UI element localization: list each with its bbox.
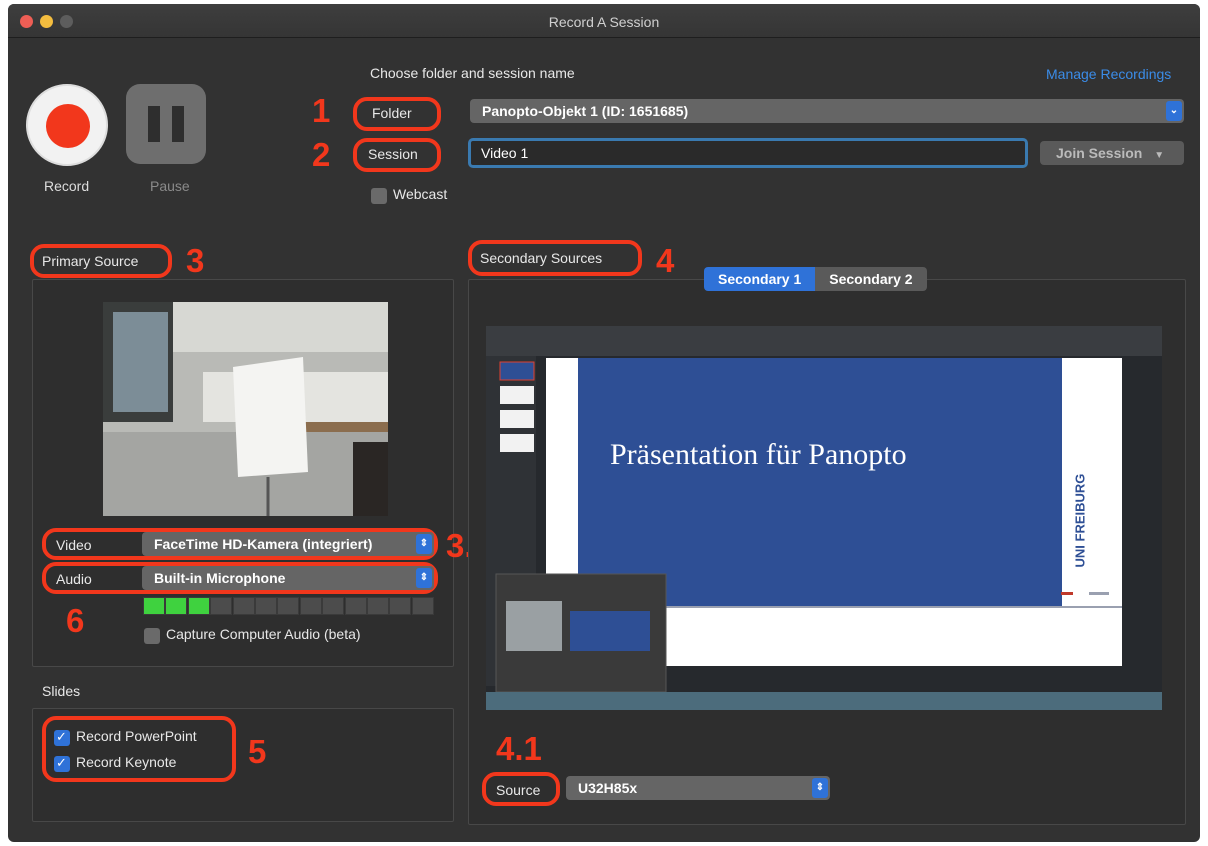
capture-computer-audio-label: Capture Computer Audio (beta)	[166, 626, 361, 642]
annotation-number: 1	[312, 92, 331, 129]
annotation-number: 4	[656, 242, 675, 279]
annotation-number: 4.1	[496, 730, 542, 767]
slide-title: Präsentation für Panopto	[610, 438, 907, 471]
video-source-dropdown[interactable]: FaceTime HD-Kamera (integriert) ⇕	[142, 532, 434, 556]
audio-meter-cell	[367, 597, 389, 615]
annotation-number: 3	[186, 242, 205, 279]
video-source-value: FaceTime HD-Kamera (integriert)	[154, 536, 373, 552]
pause-label: Pause	[150, 178, 190, 194]
record-icon	[46, 104, 90, 148]
camera-preview	[103, 302, 388, 516]
annotation-number: 2	[312, 136, 331, 173]
screen-preview: Präsentation für Panopto UNI FREIBURG	[486, 326, 1162, 710]
record-keynote-label: Record Keynote	[76, 754, 177, 770]
audio-meter-cell	[299, 597, 322, 615]
folder-label: Folder	[372, 105, 412, 121]
folder-dropdown[interactable]: Panopto-Objekt 1 (ID: 1651685) ⌄	[470, 99, 1184, 123]
chevron-down-icon: ▼	[1154, 150, 1165, 161]
join-session-button[interactable]: Join Session ▼	[1040, 141, 1184, 165]
tab-secondary-1[interactable]: Secondary 1	[704, 267, 816, 291]
audio-source-value: Built-in Microphone	[154, 570, 286, 586]
audio-meter-cell	[389, 597, 412, 615]
window-title: Record A Session	[548, 14, 660, 30]
annotation-circle	[42, 716, 236, 782]
camera-preview-image	[103, 302, 388, 516]
record-powerpoint-checkbox[interactable]	[54, 729, 70, 746]
uni-freiburg-logo: UNI FREIBURG	[1073, 474, 1088, 568]
record-keynote-checkbox[interactable]	[54, 755, 70, 772]
record-powerpoint-label: Record PowerPoint	[76, 728, 197, 744]
folder-value: Panopto-Objekt 1 (ID: 1651685)	[482, 103, 689, 119]
audio-meter-cell	[411, 597, 434, 615]
audio-meter-cell	[232, 597, 255, 615]
chevron-updown-icon: ⇕	[416, 568, 432, 588]
audio-meter-cell	[322, 597, 345, 615]
chevron-down-icon: ⌄	[1166, 101, 1182, 121]
audio-meter-cell	[187, 597, 210, 615]
screen-preview-image	[486, 326, 1162, 710]
secondary-sources-title: Secondary Sources	[480, 250, 603, 266]
primary-source-title: Primary Source	[42, 253, 139, 269]
audio-meter-cell	[344, 597, 367, 615]
chevron-updown-icon: ⇕	[416, 534, 432, 554]
annotation-number: 6	[66, 602, 85, 639]
capture-computer-audio-checkbox[interactable]	[144, 628, 160, 644]
join-session-label: Join Session	[1056, 145, 1143, 161]
audio-meter-cell	[210, 597, 233, 615]
pause-icon-bar	[172, 106, 184, 142]
audio-meter-cell	[165, 597, 188, 615]
secondary-tabs: Secondary 1 Secondary 2	[704, 267, 927, 291]
annotation-number: 5	[248, 733, 267, 770]
secondary-source-value: U32H85x	[578, 780, 638, 796]
choose-folder-heading: Choose folder and session name	[370, 65, 575, 81]
chevron-updown-icon: ⇕	[812, 778, 828, 798]
pause-icon	[148, 106, 160, 142]
video-label: Video	[56, 537, 92, 553]
audio-meter-cell	[255, 597, 277, 615]
session-label: Session	[368, 146, 418, 162]
webcast-label: Webcast	[393, 186, 448, 202]
pause-button[interactable]	[126, 84, 206, 164]
audio-meter-cell	[143, 597, 165, 615]
audio-meter-cell	[277, 597, 300, 615]
tab-secondary-2[interactable]: Secondary 2	[815, 267, 927, 291]
record-label: Record	[44, 178, 90, 194]
slides-title: Slides	[42, 683, 81, 699]
record-button[interactable]	[26, 84, 108, 166]
source-label: Source	[496, 782, 541, 798]
title-bar: Record A Session	[8, 4, 1200, 38]
manage-recordings-link[interactable]: Manage Recordings	[1046, 66, 1171, 82]
audio-source-dropdown[interactable]: Built-in Microphone ⇕	[142, 566, 434, 590]
webcast-checkbox[interactable]	[371, 188, 387, 204]
audio-label: Audio	[56, 571, 92, 587]
session-name-input[interactable]: Video 1	[468, 138, 1028, 168]
secondary-source-dropdown[interactable]: U32H85x ⇕	[566, 776, 830, 800]
